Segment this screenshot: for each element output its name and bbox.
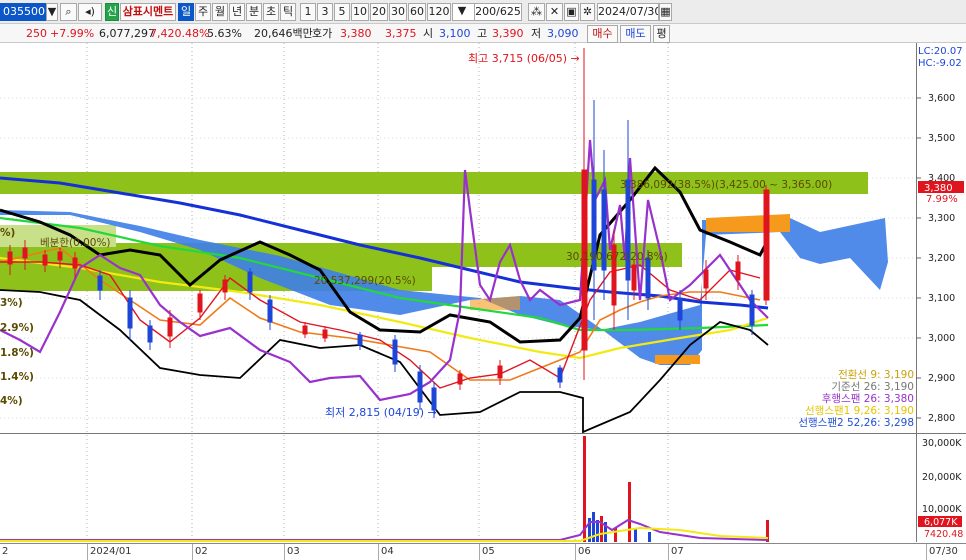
x-tick: 02 [192,544,208,560]
price-tick: 3,300 [928,213,955,224]
period-year-button[interactable]: 년 [229,3,245,21]
open-price: 3,100 [439,27,471,40]
x-tick: 04 [378,544,394,560]
trade-amount: 20,646백만 [254,27,313,40]
time-axis: 2 2024/01 02 03 04 05 06 07 07/30 [0,543,966,560]
open-label: 시 [423,27,434,40]
period-week-button[interactable]: 주 [195,3,211,21]
eval-button[interactable]: 평 [653,25,670,43]
left-pct-label: 1.4%) [0,371,34,383]
interval-5-button[interactable]: 5 [334,3,350,21]
interval-60-button[interactable]: 60 [408,3,426,21]
volume-axis: 30,000K 20,000K 10,000K [922,438,962,515]
stock-code-input[interactable]: 035500 [0,3,46,21]
lc-label: LC:20.07 [918,46,963,57]
gear-icon[interactable]: ✲ [580,3,595,21]
high-price: 3,390 [492,27,524,40]
code-dropdown-icon[interactable]: ▼ [46,3,58,21]
volume-tick: 10,000K [922,504,962,515]
price-axis: 3,600 3,500 3,400 3,300 3,200 3,100 3,00… [928,93,955,424]
speaker-icon[interactable]: ◂) [78,3,102,21]
change-value: 250 [26,27,47,40]
high-label: 고 [477,27,488,40]
quote-label: 호가 [312,27,333,40]
left-pct-label: %) [0,227,15,239]
price-tick: 3,600 [928,93,955,104]
low-annotation: 최저 2,815 (04/19) → [325,406,437,419]
x-tick: 2 [2,546,9,557]
chart-toolbar: 035500 ▼ ⌕ ◂) 신 삼표시멘트 일 주 월 년 분 초 틱 1 3 … [0,0,966,24]
bid-price: 3,375 [385,27,417,40]
volume-value: 6,077,297 [99,27,155,40]
period-tick-button[interactable]: 틱 [280,3,296,21]
left-pct-label: 3%) [0,297,23,309]
ichimoku-chart[interactable]: LC:20.07 HC:-9.02 3,600 3,500 3,400 3,30… [0,43,966,543]
interval-30-button[interactable]: 30 [389,3,407,21]
legend-tenkan: 전환선 9: 3,190 [838,369,914,381]
price-tick: 2,900 [928,373,955,384]
date-input[interactable]: 2024/07/30 [597,3,659,21]
price-tick: 3,100 [928,293,955,304]
current-pct-label: 7.99% [926,194,958,205]
period-minute-button[interactable]: 분 [246,3,262,21]
x-tick: 05 [479,544,495,560]
left-pct-label: 1.8%) [0,347,34,359]
low-label: 저 [531,27,542,40]
price-tick: 2,800 [928,413,955,424]
zone-upper-label: 3,386,092(38.5%)(3,425.00 ~ 3,365.00) [620,179,832,191]
period-second-button[interactable]: 초 [263,3,279,21]
x-tick: 2024/01 [87,544,132,560]
current-volume-pct: 7420.48 [924,529,963,540]
x-tick-end: 07/30 [926,544,958,560]
hc-label: HC:-9.02 [918,58,962,69]
price-tick: 3,200 [928,253,955,264]
ask-price: 3,380 [340,27,372,40]
volume-tick: 30,000K [922,438,962,449]
left-pct-label: 4%) [0,395,23,407]
compare-icon[interactable]: ✕ [546,3,563,21]
low-price: 3,090 [547,27,579,40]
change-percent: +7.99% [50,27,95,40]
interval-20-button[interactable]: 20 [370,3,388,21]
calendar-icon[interactable]: ▦ [659,3,672,21]
zone-lower-label: 20,537,299(20.5%) [314,275,416,287]
quote-infobar: 250 +7.99% 6,077,297 7,420.48% 5.63% 20,… [0,24,966,43]
turnover-percent: 5.63% [207,27,242,40]
legend-senkou1: 선행스팬1 9,26: 3,190 [805,405,914,417]
stock-name[interactable]: 삼표시멘트 [120,3,176,21]
x-tick: 06 [575,544,591,560]
buy-button[interactable]: 매수 [587,25,618,43]
legend-senkou2: 선행스팬2 52,26: 3,298 [798,417,914,429]
volume-percent: 7,420.48% [150,27,210,40]
period-month-button[interactable]: 월 [212,3,228,21]
price-chart-area[interactable]: LC:20.07 HC:-9.02 3,600 3,500 3,400 3,30… [0,43,966,543]
legend-chikou: 후행스팬 26: 3,380 [822,393,914,405]
x-tick: 07 [668,544,684,560]
legend-kijun: 기준선 26: 3,190 [831,381,914,393]
interval-10-button[interactable]: 10 [351,3,369,21]
new-badge: 신 [105,3,119,21]
interval-3-button[interactable]: 3 [317,3,333,21]
interval-120-button[interactable]: 120 [427,3,451,21]
current-price-label: 3,380 [924,183,953,194]
indicator-icon[interactable]: ⁂ [528,3,545,21]
sell-button[interactable]: 매도 [620,25,651,43]
zone-middle-label: 30,190,672(20.8%) [566,251,668,263]
interval-dropdown-icon[interactable]: ▼ [456,3,468,21]
current-volume-label: 6,077K [924,517,958,528]
volume-tick: 20,000K [922,472,962,483]
price-tick: 3,000 [928,333,955,344]
interval-1-button[interactable]: 1 [300,3,316,21]
period-day-button[interactable]: 일 [178,3,194,21]
price-tick: 3,500 [928,133,955,144]
zone-left-label: 베분한(0.00%) [40,237,111,249]
count-display: 200/625 [474,3,522,21]
high-annotation: 최고 3,715 (06/05) → [468,52,580,65]
left-pct-label: 2.9%) [0,322,34,334]
search-icon[interactable]: ⌕ [60,3,77,21]
x-tick: 03 [284,544,300,560]
save-icon[interactable]: ▣ [564,3,579,21]
